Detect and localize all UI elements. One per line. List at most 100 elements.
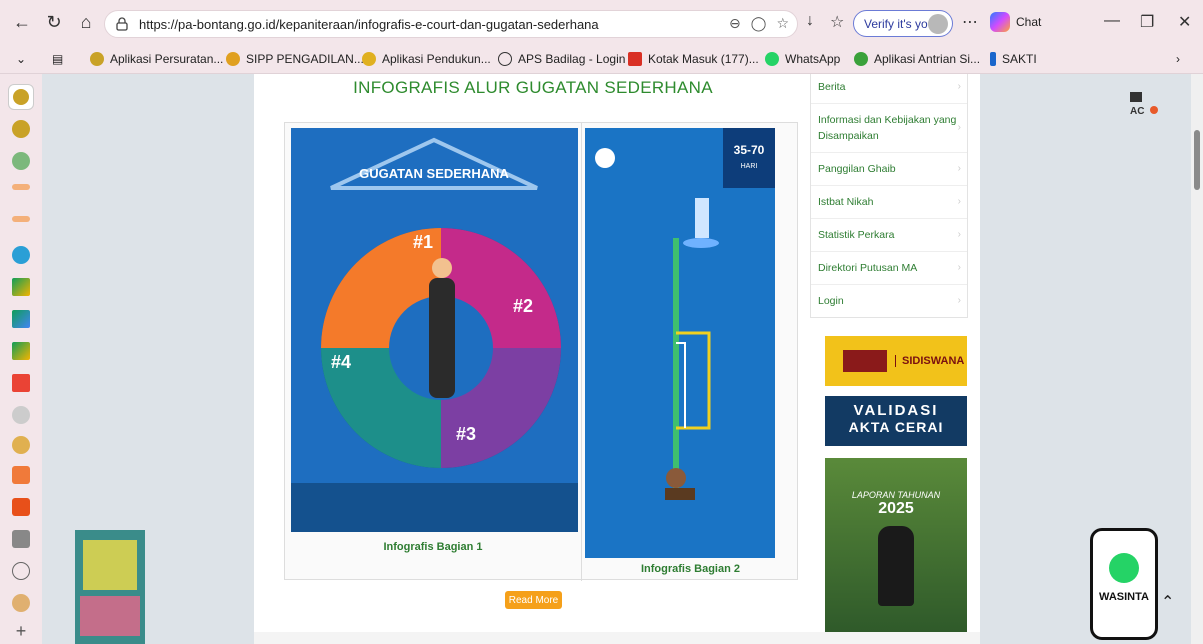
- bookmark-label: APS Badilag - Login: [518, 52, 626, 66]
- infographic-image-1[interactable]: GUGATAN SEDERHANA #1 #2 #3 #4: [291, 128, 578, 532]
- promo-people: [80, 596, 140, 636]
- laporan-year: 2025: [878, 500, 914, 517]
- justice-statue-image: [878, 526, 914, 606]
- sidebar-app-icon[interactable]: [12, 406, 30, 424]
- scroll-to-top-icon[interactable]: ⌃: [1161, 592, 1174, 612]
- validasi-akta-cerai-banner[interactable]: VALIDASI AKTA CERAI: [825, 396, 967, 446]
- drive-icon[interactable]: [12, 342, 30, 360]
- menu-item-label: Istbat Nikah: [818, 196, 874, 208]
- browser-toolbar: ← ↻ ⌂ https://pa-bontang.go.id/kepaniter…: [0, 0, 1203, 44]
- copilot-icon: [990, 12, 1010, 32]
- chevron-right-icon: ›: [957, 81, 961, 92]
- bookmark-label: WhatsApp: [785, 52, 841, 66]
- more-menu-icon[interactable]: ⋯: [962, 12, 978, 32]
- menu-item-label: Berita: [818, 81, 846, 93]
- promo-thumbnail-image[interactable]: [75, 530, 145, 644]
- sidebar-app-icon[interactable]: [12, 120, 30, 138]
- close-icon[interactable]: ✕: [1178, 12, 1191, 32]
- bookmark-item[interactable]: WhatsApp: [765, 52, 840, 66]
- sidebar-app-icon[interactable]: [12, 498, 30, 516]
- address-bar[interactable]: https://pa-bontang.go.id/kepaniteraan/in…: [104, 10, 798, 38]
- laporan-tahunan-banner[interactable]: LAPORAN TAHUNAN 2025: [825, 458, 967, 632]
- menu-item-istbat-nikah[interactable]: Istbat Nikah ›: [811, 186, 967, 219]
- infographic-image-2[interactable]: 35-70 HARI: [585, 128, 775, 558]
- gmail-icon[interactable]: [12, 374, 30, 392]
- sidebar-app-icon[interactable]: [12, 594, 30, 612]
- refresh-icon[interactable]: ↻: [38, 6, 70, 38]
- page-scrollbar[interactable]: [1191, 74, 1203, 644]
- verify-label: Verify it's you: [864, 16, 935, 31]
- sidebar-app-icon[interactable]: [8, 84, 34, 110]
- svg-text:#1: #1: [413, 232, 433, 252]
- menu-item-statistik-perkara[interactable]: Statistik Perkara ›: [811, 219, 967, 252]
- drive-icon[interactable]: [12, 310, 30, 328]
- menu-item-label: Statistik Perkara: [818, 229, 895, 241]
- svg-text:#4: #4: [331, 352, 351, 372]
- favorite-star-icon[interactable]: ☆: [776, 15, 789, 32]
- bookmark-item[interactable]: SAKTI: [990, 52, 1037, 66]
- sidebar-app-icon[interactable]: [12, 184, 30, 190]
- bookmark-item[interactable]: APS Badilag - Login: [498, 52, 625, 66]
- chat-label: Chat: [1016, 15, 1042, 29]
- sidebar-app-icon[interactable]: [12, 152, 30, 170]
- read-more-button[interactable]: Read More: [505, 591, 562, 609]
- page-content: INFOGRAFIS ALUR GUGATAN SEDERHANA GUGATA…: [254, 74, 980, 644]
- office-icon[interactable]: [12, 530, 30, 548]
- chevron-right-icon: ›: [957, 262, 961, 273]
- chevron-right-icon[interactable]: ›: [1176, 52, 1180, 66]
- svg-text:HARI: HARI: [741, 163, 758, 170]
- bookmark-item[interactable]: Kotak Masuk (177)...: [628, 52, 759, 66]
- home-icon[interactable]: ⌂: [70, 6, 102, 38]
- url-text: https://pa-bontang.go.id/kepaniteraan/in…: [139, 16, 599, 32]
- add-icon[interactable]: +: [12, 621, 30, 641]
- menu-item-panggilan-ghaib[interactable]: Panggilan Ghaib ›: [811, 153, 967, 186]
- ac-badge-icon[interactable]: AC: [1126, 86, 1162, 117]
- restore-icon[interactable]: ❐: [1140, 12, 1154, 32]
- gallery-cell[interactable]: 35-70 HARI Infografis Bagian 2: [582, 123, 799, 581]
- chevron-right-icon: ›: [957, 122, 961, 133]
- promo-graphic: [83, 540, 137, 590]
- whatsapp-icon: [1109, 553, 1139, 583]
- bookmark-item[interactable]: Aplikasi Persuratan...: [90, 52, 223, 66]
- menu-item-direktori-putusan[interactable]: Direktori Putusan MA ›: [811, 252, 967, 285]
- sidiswana-banner[interactable]: SIDISWANA: [825, 336, 967, 386]
- menu-item-berita[interactable]: Berita ›: [811, 74, 967, 104]
- sidebar-app-icon[interactable]: [12, 216, 30, 222]
- zoom-icon[interactable]: ⊖: [729, 15, 741, 32]
- svg-text:#3: #3: [456, 424, 476, 444]
- globe-icon: [498, 52, 512, 66]
- sidebar-menu: Berita › Informasi dan Kebijakan yang Dis…: [810, 74, 968, 318]
- chevron-right-icon: ›: [957, 229, 961, 240]
- menu-item-informasi[interactable]: Informasi dan Kebijakan yang Disampaikan…: [811, 104, 967, 153]
- extension-icon[interactable]: ◯: [751, 15, 767, 32]
- drive-icon[interactable]: [12, 278, 30, 296]
- laporan-title: LAPORAN TAHUNAN: [851, 490, 941, 500]
- verify-button[interactable]: Verify it's you: [853, 10, 953, 37]
- wasinta-whatsapp-widget[interactable]: WASINTA: [1090, 528, 1158, 640]
- infographic-caption-2: Infografis Bagian 2: [640, 563, 741, 575]
- sidebar-app-icon[interactable]: [12, 436, 30, 454]
- bookmark-item[interactable]: Aplikasi Pendukun...: [362, 52, 491, 66]
- telegram-icon[interactable]: [12, 246, 30, 264]
- sidebar-app-icon[interactable]: [12, 466, 30, 484]
- chevron-down-icon[interactable]: ⌄: [16, 52, 26, 66]
- wasinta-label: WASINTA: [1099, 591, 1149, 603]
- back-icon[interactable]: ←: [6, 6, 38, 38]
- bookmark-item[interactable]: SIPP PENGADILAN...: [226, 52, 364, 66]
- favorites-icon[interactable]: ☆: [830, 12, 844, 32]
- bookmark-favicon-icon: [90, 52, 104, 66]
- bookmark-item[interactable]: Aplikasi Antrian Si...: [854, 52, 980, 66]
- collections-icon[interactable]: ▤: [52, 52, 63, 66]
- download-icon[interactable]: ↓: [806, 12, 814, 30]
- copilot-chat-button[interactable]: Chat: [990, 12, 1041, 32]
- minimize-icon[interactable]: —: [1104, 12, 1120, 30]
- menu-item-login[interactable]: Login ›: [811, 285, 967, 317]
- gallery-cell[interactable]: GUGATAN SEDERHANA #1 #2 #3 #4 Infografis…: [285, 123, 582, 581]
- site-info-icon[interactable]: [115, 16, 131, 32]
- infographic-gallery: GUGATAN SEDERHANA #1 #2 #3 #4 Infografis…: [284, 122, 799, 581]
- bookmark-favicon-icon: [362, 52, 376, 66]
- gmail-icon: [628, 52, 642, 66]
- chevron-right-icon: ›: [957, 196, 961, 207]
- scrollbar-thumb[interactable]: [1194, 130, 1200, 190]
- globe-icon[interactable]: [12, 562, 30, 580]
